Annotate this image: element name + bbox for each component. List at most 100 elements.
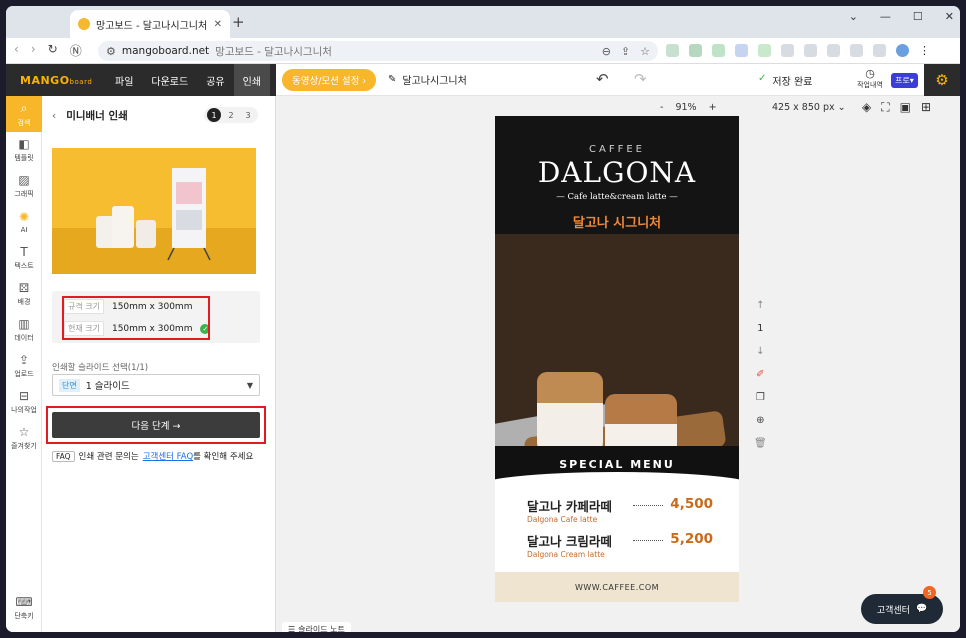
customer-center-button[interactable]: 고객센터 💬 5	[861, 586, 943, 624]
rail-ai[interactable]: ✺ AI	[6, 204, 42, 240]
rail-templates[interactable]: ◧ 템플릿	[6, 132, 42, 168]
faq-text-2: 를 확인해 주세요	[193, 452, 254, 462]
rail-data[interactable]: ▥ 데이터	[6, 312, 42, 348]
canvas-size-select[interactable]: 425 x 850 px ⌄	[772, 102, 846, 113]
faq-link[interactable]: 고객센터 FAQ	[143, 450, 193, 462]
menu-download[interactable]: 다운로드	[142, 64, 197, 96]
zoom-level[interactable]: 91%	[675, 102, 696, 113]
browser-window: 망고보드 - 달고나시그니처 ✕ + ⌄ — ☐ ✕ ‹ › ↻ Ⓝ ⚙ man…	[6, 6, 960, 632]
sidebar-icon[interactable]	[873, 44, 886, 57]
browser-tab[interactable]: 망고보드 - 달고나시그니처 ✕	[70, 10, 230, 38]
undo-icon[interactable]: ↶	[596, 70, 609, 88]
note-icon: ☰	[288, 624, 296, 633]
bookmark-star-icon[interactable]: ☆	[640, 45, 650, 58]
url-bar[interactable]: ⚙ mangoboard.net 망고보드 - 달고나시그니처 ⊖ ⇪ ☆	[98, 41, 658, 61]
new-tab-icon[interactable]: +	[232, 13, 245, 31]
minimize-icon[interactable]: —	[880, 10, 891, 23]
left-rail: ⌕ 검색 ◧ 템플릿 ▨ 그래픽 ✺ AI T 텍스트 ⚄ 배경 ▥ 데이터 ⇪ 업로드 ⊟ 나의…	[6, 96, 42, 632]
chat-bubble-icon: 💬	[915, 604, 928, 614]
extension-icon[interactable]	[781, 44, 794, 57]
redo-icon[interactable]: ↷	[634, 70, 647, 88]
page-down-icon[interactable]: ↓	[756, 346, 764, 357]
history-label: 작업내역	[857, 81, 883, 89]
rail-background[interactable]: ⚄ 배경	[6, 276, 42, 312]
url-domain: mangoboard.net	[121, 45, 210, 57]
layers-icon[interactable]: ◈	[862, 100, 871, 115]
extensions-icon[interactable]	[850, 44, 863, 57]
app-header: MANGOboard 파일 다운로드 공유 인쇄 동영상/모션 설정 › ✎ 달…	[6, 64, 960, 96]
duplicate-icon[interactable]: ❐	[756, 392, 765, 403]
page-up-icon[interactable]: ↑	[756, 300, 764, 311]
maximize-icon[interactable]: ☐	[913, 10, 923, 23]
add-page-icon[interactable]: ⊕	[756, 415, 764, 426]
back-chevron-icon[interactable]: ‹	[52, 110, 56, 122]
save-status: ✓ 저장 완료	[758, 73, 812, 88]
settings-gear-icon[interactable]: ⚙	[924, 64, 960, 96]
share-icon[interactable]: ⇪	[621, 45, 630, 58]
rail-my-work[interactable]: ⊟ 나의작업	[6, 384, 42, 420]
magic-brush-icon[interactable]: ✐	[756, 369, 764, 380]
screenshot-icon[interactable]	[827, 44, 840, 57]
tab-strip: 망고보드 - 달고나시그니처 ✕ + ⌄ — ☐ ✕	[6, 6, 960, 38]
extension-icon[interactable]	[735, 44, 748, 57]
page-side-tools: ↑ 1 ↓ ✐ ❐ ⊕ 🗑	[754, 300, 767, 449]
slide-select-dropdown[interactable]: 단면 1 슬라이드 ▼	[52, 374, 260, 396]
text-icon: T	[20, 245, 28, 259]
profile-avatar-icon[interactable]	[896, 44, 909, 57]
download-icon[interactable]	[804, 44, 817, 57]
zoom-control: - 91% +	[660, 102, 717, 113]
grid-view-icon[interactable]: ⊞	[921, 100, 931, 115]
back-icon[interactable]: ‹	[14, 42, 19, 59]
extension-icon[interactable]	[712, 44, 725, 57]
rail-upload[interactable]: ⇪ 업로드	[6, 348, 42, 384]
delete-icon[interactable]: 🗑	[754, 438, 767, 449]
rail-text[interactable]: T 텍스트	[6, 240, 42, 276]
site-info-icon[interactable]: ⚙	[106, 45, 116, 58]
rail-favorites[interactable]: ☆ 즐겨찾기	[6, 420, 42, 456]
close-tab-icon[interactable]: ✕	[214, 19, 222, 30]
menu-item-price: 4,500	[670, 496, 713, 512]
menu-file[interactable]: 파일	[106, 64, 142, 96]
menu-share[interactable]: 공유	[197, 64, 233, 96]
faq-badge: FAQ	[52, 450, 75, 462]
dotted-leader	[633, 540, 663, 541]
brand-bar: MANGOboard 파일 다운로드 공유 인쇄	[6, 64, 276, 96]
zoom-in-button[interactable]: +	[709, 102, 717, 113]
reload-icon[interactable]: ↻	[48, 42, 58, 59]
close-window-icon[interactable]: ✕	[945, 10, 954, 23]
menu-item-english: Dalgona Cream latte	[527, 550, 605, 559]
plan-badge[interactable]: 프로 ▾	[891, 73, 918, 88]
background-icon: ⚄	[18, 281, 30, 295]
menu-item-price: 5,200	[670, 531, 713, 547]
rail-search[interactable]: ⌕ 검색	[6, 96, 42, 132]
dalgona-photo[interactable]	[495, 234, 739, 494]
extension-icon[interactable]	[689, 44, 702, 57]
faq-text-1: 인쇄 관련 문의는	[78, 452, 139, 462]
zoom-icon[interactable]: ⊖	[602, 45, 611, 58]
extension-icon[interactable]	[758, 44, 771, 57]
menu-print[interactable]: 인쇄	[233, 64, 271, 96]
rail-shortcuts[interactable]: ⌨ 단축키	[6, 590, 42, 626]
slide-note-label: 슬라이드 노트	[298, 624, 345, 633]
history-button[interactable]: ◷ 작업내역	[854, 67, 886, 90]
address-bar-row: ‹ › ↻ Ⓝ ⚙ mangoboard.net 망고보드 - 달고나시그니처 …	[6, 38, 960, 64]
document-name[interactable]: ✎ 달고나시그니처	[388, 72, 467, 87]
zoom-out-button[interactable]: -	[660, 102, 663, 113]
save-status-text: 저장 완료	[772, 77, 813, 88]
mangoboard-logo[interactable]: MANGOboard	[6, 74, 106, 87]
ai-icon: ✺	[18, 210, 30, 224]
extension-icon[interactable]	[666, 44, 679, 57]
rail-graphics[interactable]: ▨ 그래픽	[6, 168, 42, 204]
slide-note-button[interactable]: ☰ 슬라이드 노트	[282, 622, 351, 632]
check-icon: ✓	[758, 73, 767, 84]
image-view-icon[interactable]: ▣	[900, 100, 911, 115]
design-artboard[interactable]: CAFFEE DALGONA — Cafe latte&cream latte …	[495, 116, 739, 602]
more-menu-icon[interactable]: ⋮	[919, 44, 930, 57]
highlight-box-next	[46, 406, 266, 444]
fit-screen-icon[interactable]: ⛶	[881, 100, 889, 115]
motion-settings-button[interactable]: 동영상/모션 설정 ›	[282, 69, 377, 91]
tab-search-icon[interactable]: ⌄	[849, 10, 858, 23]
forward-icon[interactable]: ›	[31, 42, 36, 59]
menu-item-english: Dalgona Cafe latte	[527, 515, 598, 524]
notes-icon[interactable]: Ⓝ	[70, 42, 82, 59]
